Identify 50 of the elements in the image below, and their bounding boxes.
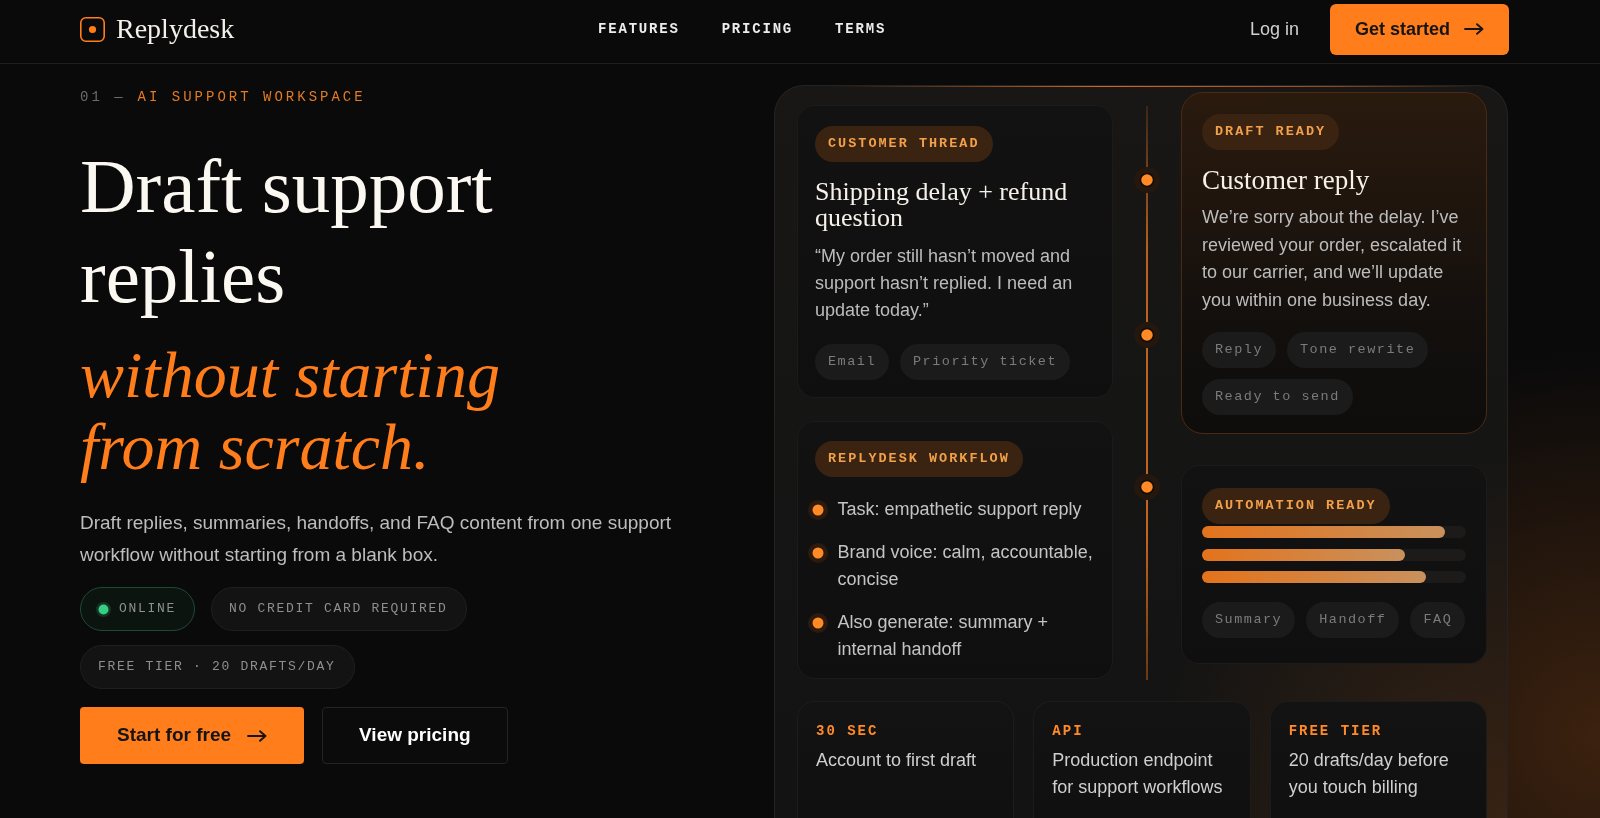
bullet-dot-icon — [808, 499, 828, 520]
status-text: ONLINE — [119, 600, 176, 619]
tag-chip: Summary — [1202, 602, 1296, 639]
arrow-right-icon — [1464, 23, 1484, 35]
section-number: 01 — — [80, 89, 126, 105]
card-tag: AUTOMATION READY — [1202, 488, 1390, 524]
tag-chip: Reply — [1202, 332, 1276, 368]
stat-text: 20 drafts/day before you touch billing — [1288, 749, 1450, 799]
nav-link[interactable]: PRICING — [721, 18, 794, 40]
hero-description: Draft replies, summaries, handoffs, and FAQ content from one support workflow without starting from a blank box. — [80, 511, 673, 567]
card-title: Customer reply — [1202, 164, 1371, 196]
bullet-dot-icon — [808, 542, 828, 563]
stat-text: Account to first draft — [816, 749, 978, 772]
stat-label: API — [1052, 722, 1085, 740]
tag-chip: Email — [815, 344, 889, 380]
arrow-right-icon — [247, 729, 268, 742]
tag-chip: Handoff — [1306, 602, 1400, 639]
tag-chip: Priority ticket — [900, 344, 1071, 380]
tag-chip: FAQ — [1410, 602, 1466, 639]
section-label: AI SUPPORT WORKSPACE — [137, 89, 366, 105]
nav-link[interactable]: FEATURES — [598, 18, 680, 40]
card-tag: CUSTOMER THREAD — [815, 126, 993, 162]
status-dot-icon — [96, 601, 111, 617]
logo-icon — [80, 16, 105, 42]
workflow-step: Also generate: summary + internal handoff — [837, 609, 1096, 663]
stat-label: FREE TIER — [1288, 722, 1384, 740]
customer-message: “My order still hasn’t moved and support hasn’t replied. I need an update today.” — [815, 245, 1074, 322]
stat-label: 30 SEC — [816, 722, 880, 740]
reply-text: We’re sorry about the delay. I’ve reviewed your order, escalated it to our carrier, and we’ll update you within one business day. — [1202, 206, 1463, 312]
bullet-dot-icon — [808, 612, 828, 633]
tag-chip: Ready to send — [1202, 379, 1353, 415]
secondary-button[interactable]: View pricing — [322, 707, 508, 764]
info-badge: FREE TIER · 20 DRAFTS/DAY — [80, 645, 355, 689]
timeline-dot-icon — [1134, 322, 1160, 348]
primary-button[interactable]: Start for free — [80, 707, 305, 764]
timeline-dot-icon — [1134, 474, 1160, 500]
hero-heading: Draft support replies without starting from scratch. — [80, 142, 501, 483]
nav-link[interactable]: TERMS — [835, 18, 887, 40]
get-started-button[interactable]: Get started — [1329, 3, 1509, 55]
workflow-step: Brand voice: calm, accountable, concise — [837, 539, 1096, 593]
card-title: Shipping delay + refund question — [815, 179, 1069, 231]
card-tag: REPLYDESK WORKFLOW — [815, 441, 1023, 477]
login-link[interactable]: Log in — [1249, 15, 1299, 43]
tag-chip: Tone rewrite — [1287, 332, 1429, 368]
stat-text: Production endpoint for support workflows — [1052, 749, 1224, 799]
card-tag: DRAFT READY — [1202, 114, 1340, 150]
brand-name[interactable]: Replydesk — [116, 15, 235, 43]
workflow-step: Task: empathetic support reply — [837, 496, 1082, 523]
timeline-dot-icon — [1134, 167, 1160, 193]
info-badge: NO CREDIT CARD REQUIRED — [211, 587, 467, 631]
